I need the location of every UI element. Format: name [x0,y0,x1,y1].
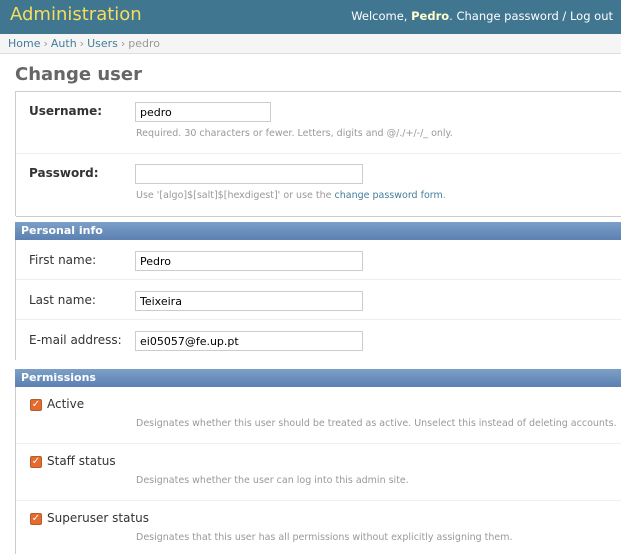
staff-row: ✓ Staff status Designates whether the us… [16,444,621,501]
superuser-status-label[interactable]: Superuser status [47,511,149,525]
password-input[interactable] [135,164,363,184]
logout-link[interactable]: Log out [570,9,613,23]
welcome-text: Welcome, [351,9,412,23]
superuser-status-checkbox[interactable]: ✓ [30,513,42,525]
superuser-status-help: Designates that this user has all permis… [136,532,513,543]
first-name-label: First name: [29,253,97,267]
username-input[interactable] [135,102,271,122]
last-name-row: Last name: [16,280,621,320]
password-help-suffix: . [442,190,446,201]
breadcrumb-users[interactable]: Users [87,37,118,50]
breadcrumb-home[interactable]: Home [8,37,40,50]
breadcrumb-auth[interactable]: Auth [51,37,77,50]
password-label: Password: [29,166,99,180]
header: Administration Welcome, Pedro. Change pa… [0,0,621,34]
username-row: Username: Required. 30 characters or few… [16,92,621,154]
username-label: Username: [29,104,103,118]
active-row: ✓ Active Designates whether this user sh… [16,387,621,444]
breadcrumb-current: pedro [128,37,161,50]
password-help: Use '[algo]$[salt]$[hexdigest]' or use t… [136,190,446,201]
breadcrumb: Home › Auth › Users › pedro [0,34,621,54]
change-password-link[interactable]: Change password [456,9,558,23]
change-password-form-link[interactable]: change password form [335,190,443,201]
password-row: Password: Use '[algo]$[salt]$[hexdigest]… [16,154,621,217]
username-help: Required. 30 characters or fewer. Letter… [136,128,453,139]
superuser-row: ✓ Superuser status Designates that this … [16,501,621,558]
user-tools-separator: / [558,9,570,23]
staff-status-help: Designates whether the user can log into… [136,475,409,486]
personal-info-heading: Personal info [15,222,621,240]
personal-info-fieldset: First name: Last name: E-mail address: [15,240,621,360]
permissions-heading: Permissions [15,369,621,387]
staff-status-checkbox[interactable]: ✓ [30,456,42,468]
user-tools: Welcome, Pedro. Change password / Log ou… [351,9,613,23]
first-name-row: First name: [16,240,621,280]
site-brand[interactable]: Administration [10,4,142,25]
active-checkbox[interactable]: ✓ [30,399,42,411]
page-title: Change user [15,64,142,85]
last-name-label: Last name: [29,293,96,307]
email-row: E-mail address: [16,320,621,360]
account-fieldset: Username: Required. 30 characters or few… [15,91,621,217]
current-username: Pedro [411,9,450,23]
last-name-input[interactable] [135,291,363,311]
breadcrumb-separator: › [79,37,85,50]
email-label: E-mail address: [29,333,122,347]
active-label[interactable]: Active [47,397,84,411]
first-name-input[interactable] [135,251,363,271]
active-help: Designates whether this user should be t… [136,418,617,429]
breadcrumb-separator: › [43,37,48,50]
password-help-text: Use '[algo]$[salt]$[hexdigest]' or use t… [136,190,335,201]
breadcrumb-separator: › [120,37,126,50]
permissions-fieldset: ✓ Active Designates whether this user sh… [15,387,621,554]
staff-status-label[interactable]: Staff status [47,454,116,468]
email-input[interactable] [135,331,363,351]
